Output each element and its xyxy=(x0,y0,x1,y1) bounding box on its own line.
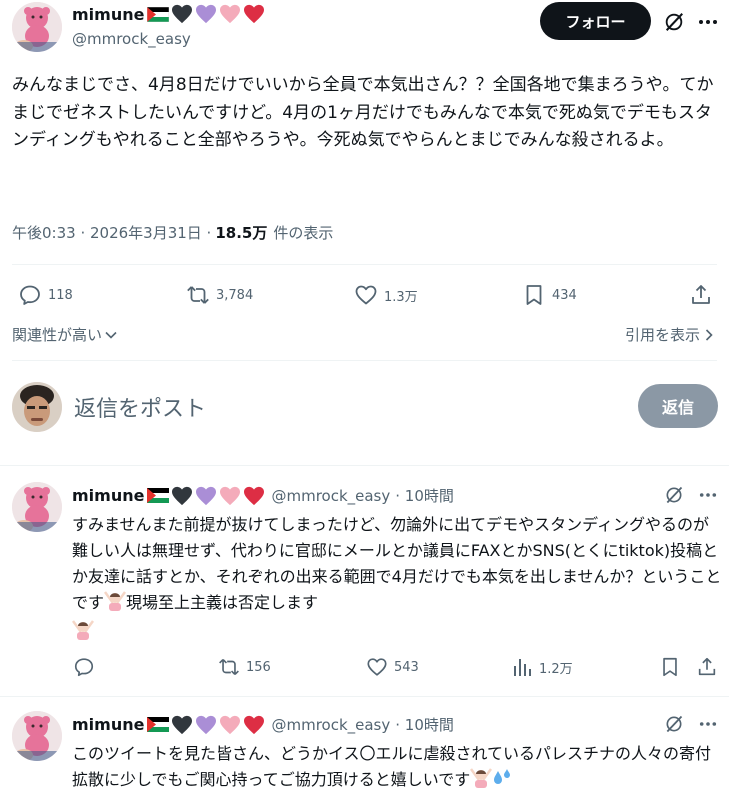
grok-icon[interactable] xyxy=(662,10,686,34)
pink-heart-icon xyxy=(220,486,241,505)
reply-submit-button[interactable]: 返信 xyxy=(638,384,718,428)
views-icon xyxy=(514,659,531,676)
share-icon[interactable] xyxy=(696,656,718,678)
reply-input[interactable]: 返信をポスト xyxy=(74,391,206,423)
red-heart-icon xyxy=(244,4,265,24)
reply-2-handle[interactable]: @mmrock_easy xyxy=(271,716,390,734)
view-quotes-label: 引用を表示 xyxy=(624,326,700,344)
bookmark-action[interactable]: 434 xyxy=(522,283,577,307)
reply-2-emoji-group xyxy=(147,715,265,735)
reply-2-text-block: このツイートを見た皆さん、どうかイス〇エルに虐殺されているパレスチナの人々の寄付… xyxy=(72,741,722,796)
more-icon[interactable] xyxy=(696,10,720,34)
post-meta: 午後0:33 · 2026年3月31日 · 18.5万 件の表示 xyxy=(12,222,333,243)
reply-count: 118 xyxy=(48,287,73,303)
author-handle-row: @mmrock_easy xyxy=(72,30,191,48)
reply-action[interactable]: 118 xyxy=(18,283,73,307)
palestine-flag-icon xyxy=(147,488,170,503)
views-count: 18.5万 xyxy=(215,224,268,242)
meta-divider xyxy=(12,264,717,265)
composer-divider xyxy=(0,465,729,466)
reply-1-views-action[interactable]: 1.2万 xyxy=(513,656,573,678)
share-icon[interactable] xyxy=(689,283,713,307)
post-text: みんなまじでさ、4月8日だけでいいから全員で本気出さん？？全国各地で集まろうや。… xyxy=(12,75,714,150)
reply-1-like-action[interactable]: 543 xyxy=(366,656,419,678)
author-name-row: mimune xyxy=(72,4,265,24)
sweat-droplets-icon xyxy=(492,768,512,796)
sort-divider xyxy=(12,360,717,361)
viewer-avatar[interactable] xyxy=(12,382,62,432)
reply-2-display-name[interactable]: mimune xyxy=(72,715,144,734)
sort-label: 関連性が高い xyxy=(12,326,103,344)
bookmark-icon xyxy=(526,285,542,305)
person-gesturing-no-icon xyxy=(104,591,127,619)
reply-1-reply-action[interactable] xyxy=(73,656,101,678)
reply-2-text: このツイートを見た皆さん、どうかイス〇エルに虐殺されているパレスチナの人々の寄付… xyxy=(72,744,712,789)
repost-icon xyxy=(187,286,209,304)
follow-button[interactable]: フォロー xyxy=(540,2,651,40)
more-icon[interactable] xyxy=(697,713,719,735)
views-label: 件の表示 xyxy=(273,224,334,242)
purple-heart-icon xyxy=(196,486,217,505)
repost-count: 3,784 xyxy=(216,287,254,303)
reply-1-emoji-group xyxy=(147,486,265,506)
reply-1-avatar[interactable] xyxy=(12,482,62,532)
reply-2-avatar[interactable] xyxy=(12,711,62,761)
reply-icon xyxy=(74,658,94,677)
reply-1-repost-count: 156 xyxy=(246,659,271,675)
palestine-flag-icon xyxy=(147,717,170,732)
repost-action[interactable]: 3,784 xyxy=(186,283,253,307)
like-count: 1.3万 xyxy=(384,289,418,305)
pink-heart-icon xyxy=(220,715,241,734)
red-heart-icon xyxy=(244,715,265,734)
reply-1-text-block: すみませんまた前提が抜けてしまったけど、勿論外に出てデモやスタンディングやるのが… xyxy=(71,512,722,648)
reply-1-header: mimune @mmrock_easy · 10時間 xyxy=(72,485,454,506)
reply-1-time[interactable]: · 10時間 xyxy=(395,485,454,506)
black-heart-icon xyxy=(172,486,193,505)
person-gesturing-no-icon xyxy=(71,620,95,648)
reply-1-text-tail: 現場至上主義は否定します xyxy=(126,593,319,612)
like-action[interactable]: 1.3万 xyxy=(354,283,418,307)
author-handle[interactable]: @mmrock_easy xyxy=(72,30,191,48)
reply-divider xyxy=(0,696,729,697)
reply-2-time[interactable]: · 10時間 xyxy=(395,714,454,735)
black-heart-icon xyxy=(172,4,193,24)
like-icon xyxy=(367,658,387,676)
bookmark-count: 434 xyxy=(552,287,577,303)
more-icon[interactable] xyxy=(697,484,719,506)
sort-dropdown[interactable]: 関連性が高い xyxy=(12,324,118,345)
bookmark-icon[interactable] xyxy=(659,656,681,678)
name-emoji-group xyxy=(147,4,265,24)
like-icon xyxy=(355,285,377,305)
grok-icon[interactable] xyxy=(663,713,685,735)
author-display-name[interactable]: mimune xyxy=(72,5,144,24)
chevron-down-icon xyxy=(105,331,117,339)
grok-icon[interactable] xyxy=(663,484,685,506)
pink-heart-icon xyxy=(220,4,241,24)
reply-icon xyxy=(20,285,40,305)
reply-1-repost-action[interactable]: 156 xyxy=(218,656,271,678)
repost-icon xyxy=(219,658,239,676)
purple-heart-icon xyxy=(196,715,217,734)
reply-1-views-count: 1.2万 xyxy=(539,661,573,677)
reply-1-handle[interactable]: @mmrock_easy xyxy=(271,487,390,505)
post-timestamp[interactable]: 午後0:33 · 2026年3月31日 · xyxy=(12,222,211,243)
author-avatar[interactable] xyxy=(12,2,62,52)
chevron-right-icon xyxy=(705,328,713,341)
reply-2-header: mimune @mmrock_easy · 10時間 xyxy=(72,714,454,735)
reply-1-display-name[interactable]: mimune xyxy=(72,486,144,505)
black-heart-icon xyxy=(172,715,193,734)
reply-1-like-count: 543 xyxy=(394,659,419,675)
palestine-flag-icon xyxy=(147,6,170,22)
person-gesturing-no-icon xyxy=(470,768,493,796)
view-quotes-link[interactable]: 引用を表示 xyxy=(625,324,715,345)
purple-heart-icon xyxy=(196,4,217,24)
red-heart-icon xyxy=(244,486,265,505)
